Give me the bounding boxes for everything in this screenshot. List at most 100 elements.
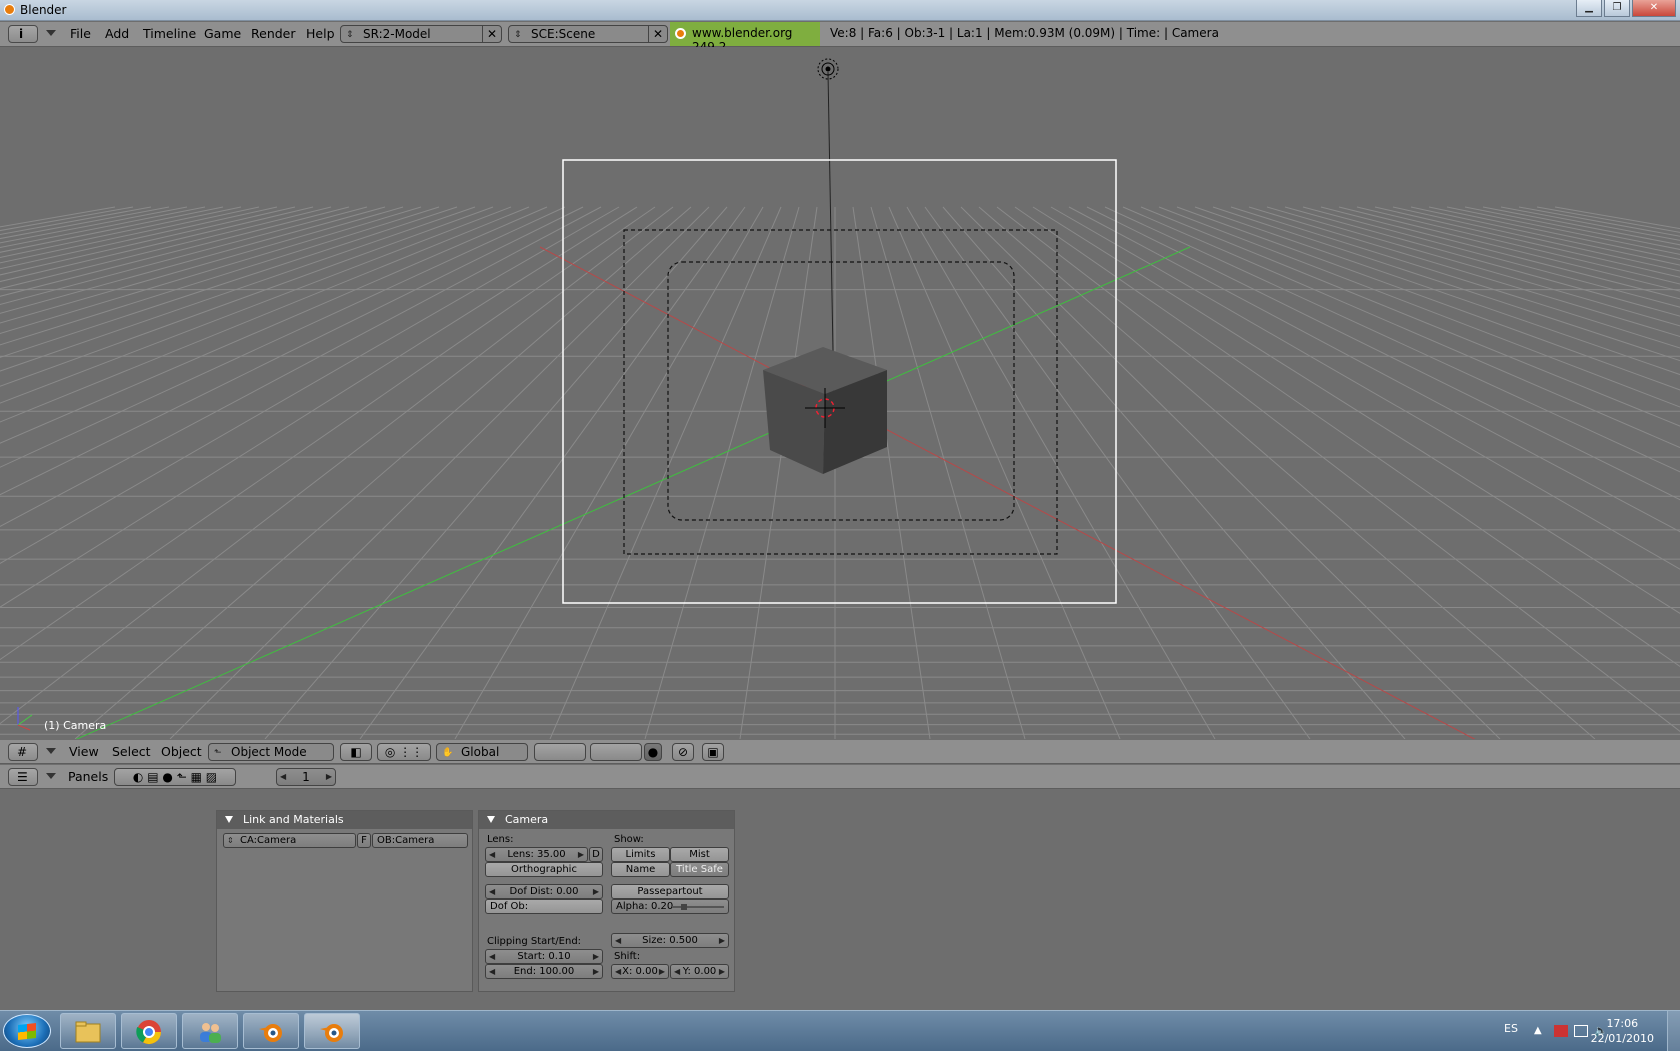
increment-arrow-icon[interactable]: ▶ xyxy=(593,965,599,978)
shift-x-field[interactable]: ◀ X: 0.00 ▶ xyxy=(611,964,669,979)
3d-viewport[interactable]: (1) Camera xyxy=(0,47,1680,739)
lens-degrees-toggle[interactable]: D xyxy=(589,847,603,862)
menu-panels[interactable]: Panels xyxy=(68,769,108,784)
increment-arrow-icon[interactable]: ▶ xyxy=(578,848,584,861)
menu-game[interactable]: Game xyxy=(204,26,241,41)
taskbar-users[interactable] xyxy=(182,1013,238,1049)
taskbar-chrome[interactable] xyxy=(121,1013,177,1049)
fake-user-button[interactable]: F xyxy=(357,833,371,848)
mode-selector[interactable]: ⬑ Object Mode xyxy=(208,743,334,761)
orientation-label[interactable]: Global xyxy=(461,745,499,759)
render-preview-icon[interactable]: ⊘ xyxy=(672,743,694,761)
minimize-button[interactable]: ▁ xyxy=(1576,0,1602,17)
pivot-snap-buttons[interactable]: ◎ ⋮⋮ xyxy=(377,743,431,761)
lens-value[interactable]: Lens: 35.00 xyxy=(507,849,565,860)
context-buttons[interactable]: ◐ ▤ ● ⬑ ▦ ▨ xyxy=(114,768,236,786)
object-icon[interactable]: ⬑ xyxy=(177,770,187,784)
alpha-slider-handle[interactable] xyxy=(681,904,688,910)
transform-orientation[interactable]: ✋ Global xyxy=(436,743,528,761)
alpha-slider[interactable]: Alpha: 0.20 xyxy=(611,899,729,914)
menu-view[interactable]: View xyxy=(69,744,99,759)
window-type-button[interactable]: i xyxy=(8,25,38,43)
show-hidden-icons-icon[interactable]: ▲ xyxy=(1534,1025,1548,1037)
collapse-menus-icon[interactable] xyxy=(46,773,56,779)
panel-header[interactable]: Camera xyxy=(479,811,734,829)
increment-arrow-icon[interactable]: ▶ xyxy=(593,885,599,898)
shift-y-field[interactable]: ◀ Y: 0.00 ▶ xyxy=(670,964,729,979)
decrement-arrow-icon[interactable]: ◀ xyxy=(674,965,680,978)
clock[interactable]: 17:06 22/01/2010 xyxy=(1591,1016,1654,1046)
menu-file[interactable]: File xyxy=(70,26,91,41)
render-opengl-icon[interactable]: ▣ xyxy=(702,743,724,761)
frame-counter[interactable]: ◀ 1 ▶ xyxy=(276,768,336,786)
shift-y-value[interactable]: Y: 0.00 xyxy=(683,966,717,977)
taskbar-blender-2[interactable] xyxy=(304,1013,360,1049)
increment-arrow-icon[interactable]: ▶ xyxy=(593,950,599,963)
menu-help[interactable]: Help xyxy=(306,26,335,41)
alpha-value[interactable]: Alpha: 0.20 xyxy=(616,901,673,912)
start-button[interactable] xyxy=(3,1014,51,1048)
editing-icon[interactable]: ▦ xyxy=(191,770,202,784)
lens-field[interactable]: ◀ Lens: 35.00 ▶ xyxy=(485,847,588,862)
panel-header[interactable]: Link and Materials xyxy=(217,811,472,829)
orthographic-button[interactable]: Orthographic xyxy=(485,862,603,877)
title-safe-toggle[interactable]: Title Safe xyxy=(670,862,729,877)
increment-arrow-icon[interactable]: ▶ xyxy=(719,934,725,947)
screen-selector[interactable]: ⇕ SR:2-Model ✕ xyxy=(340,25,502,43)
name-toggle[interactable]: Name xyxy=(611,862,670,877)
clip-start-field[interactable]: ◀ Start: 0.10 ▶ xyxy=(485,949,603,964)
menu-select[interactable]: Select xyxy=(112,744,151,759)
scene-selector[interactable]: ⇕ SCE:Scene ✕ xyxy=(508,25,668,43)
size-value[interactable]: Size: 0.500 xyxy=(642,935,698,946)
clip-start-value[interactable]: Start: 0.10 xyxy=(517,951,570,962)
blender-website-link[interactable]: www.blender.org 249.2 xyxy=(670,22,820,54)
delete-screen-button[interactable]: ✕ xyxy=(482,26,501,42)
decrement-arrow-icon[interactable]: ◀ xyxy=(489,885,495,898)
action-center-flag-icon[interactable] xyxy=(1554,1025,1568,1037)
camera-data-field[interactable]: ⇕ CA:Camera xyxy=(223,833,356,848)
alpha-slider-track[interactable] xyxy=(672,904,724,910)
increment-arrow-icon[interactable]: ▶ xyxy=(719,965,725,978)
logic-icon[interactable]: ◐ xyxy=(133,770,143,784)
collapse-triangle-icon[interactable] xyxy=(487,816,495,823)
screen-name[interactable]: SR:2-Model xyxy=(363,27,431,41)
object-name-field[interactable]: OB:Camera xyxy=(372,833,468,848)
clip-end-field[interactable]: ◀ End: 100.00 ▶ xyxy=(485,964,603,979)
draw-type-button[interactable]: ◧ xyxy=(340,743,372,761)
clip-end-value[interactable]: End: 100.00 xyxy=(514,966,575,977)
collapse-menus-icon[interactable] xyxy=(46,30,56,36)
menu-render[interactable]: Render xyxy=(251,26,296,41)
delete-scene-button[interactable]: ✕ xyxy=(648,26,667,42)
menu-add[interactable]: Add xyxy=(105,26,129,41)
layer-buttons-group-1[interactable] xyxy=(534,743,586,761)
maximize-button[interactable]: ❐ xyxy=(1604,0,1630,17)
mist-toggle[interactable]: Mist xyxy=(670,847,729,862)
network-icon[interactable] xyxy=(1574,1025,1588,1037)
collapse-menus-icon[interactable] xyxy=(46,748,56,754)
decrement-arrow-icon[interactable]: ◀ xyxy=(489,950,495,963)
layer-buttons-group-2[interactable] xyxy=(590,743,642,761)
menu-timeline[interactable]: Timeline xyxy=(143,26,196,41)
language-indicator[interactable]: ES xyxy=(1504,1022,1518,1035)
dof-object-field[interactable]: Dof Ob: xyxy=(485,899,603,914)
mode-label[interactable]: Object Mode xyxy=(231,745,307,759)
size-field[interactable]: ◀ Size: 0.500 ▶ xyxy=(611,933,729,948)
scene-name[interactable]: SCE:Scene xyxy=(531,27,595,41)
decrement-arrow-icon[interactable]: ◀ xyxy=(280,769,286,785)
taskbar-file-explorer[interactable] xyxy=(60,1013,116,1049)
decrement-arrow-icon[interactable]: ◀ xyxy=(489,965,495,978)
limits-toggle[interactable]: Limits xyxy=(611,847,670,862)
frame-value[interactable]: 1 xyxy=(302,770,310,784)
dof-dist-field[interactable]: ◀ Dof Dist: 0.00 ▶ xyxy=(485,884,603,899)
editor-type-button[interactable]: ☰ xyxy=(8,768,38,786)
shift-x-value[interactable]: X: 0.00 xyxy=(622,966,658,977)
scene-icon[interactable]: ▨ xyxy=(206,770,217,784)
increment-arrow-icon[interactable]: ▶ xyxy=(326,769,332,785)
script-icon[interactable]: ▤ xyxy=(147,770,158,784)
show-desktop-button[interactable] xyxy=(1667,1011,1680,1051)
decrement-arrow-icon[interactable]: ◀ xyxy=(489,848,495,861)
viewport-canvas[interactable] xyxy=(0,47,1680,739)
dof-dist-value[interactable]: Dof Dist: 0.00 xyxy=(510,886,579,897)
editor-type-button[interactable]: # xyxy=(8,743,38,761)
close-button[interactable]: ✕ xyxy=(1632,0,1676,17)
